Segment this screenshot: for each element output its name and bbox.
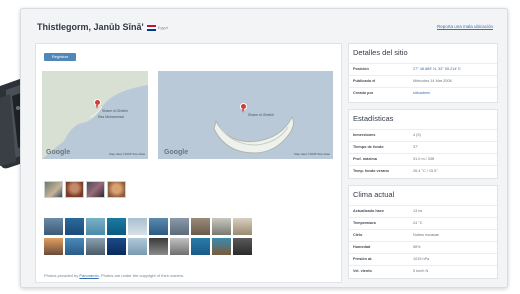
photo-thumbnail[interactable] <box>107 238 126 255</box>
stats-row: Temp. fondo verano 26.4 °C / 15.5° <box>349 165 497 177</box>
report-location-link[interactable]: Reporta una mala ubicación <box>437 24 493 29</box>
main-content: Registrar Sharm el-Sheikh Ras Muhammad G… <box>35 43 342 283</box>
egypt-flag-icon <box>146 24 156 31</box>
photo-thumbnail[interactable] <box>65 218 84 235</box>
weather-row: Temperatura 24 °C <box>349 217 497 229</box>
weather-row-value: Nubes escasas <box>413 233 439 237</box>
photo-thumbnail[interactable] <box>212 238 231 255</box>
stats-row-label: Tiempo de fondo <box>353 145 384 149</box>
weather-row-value: 56% <box>413 245 421 249</box>
map-pin-icon[interactable] <box>94 99 101 109</box>
map-place-label: Ras Muhammad <box>98 115 124 119</box>
photo-credit-prefix: Photos provided by <box>44 273 79 278</box>
details-row-value[interactable]: 27° 48.889' N, 33° 55.214' E <box>413 67 461 71</box>
country-label: Egypt <box>157 25 168 31</box>
weather-panel: Clima actual Actualizado hace 13 hs Temp… <box>348 185 498 279</box>
photo-thumbnail[interactable] <box>44 238 63 255</box>
weather-row-value: 5 km/h N <box>413 269 429 273</box>
stats-row: Inmersiones 4 (3) <box>349 129 497 141</box>
stats-row-label: Temp. fondo verano <box>353 169 390 173</box>
weather-row: Vel. viento 5 km/h N <box>349 265 497 277</box>
page-title-text: Thistlegorm, Janūb Sīnā' <box>37 22 144 32</box>
photo-thumbnail[interactable] <box>233 238 252 255</box>
site-card: Thistlegorm, Janūb Sīnā' Egypt Reporta un… <box>20 8 508 288</box>
photo-thumbnail[interactable] <box>170 238 189 255</box>
weather-row-label: Vel. viento <box>353 269 372 273</box>
photo-thumbnail[interactable] <box>191 238 210 255</box>
details-panel: Detalles del sitio Posición 27° 48.889' … <box>348 43 498 103</box>
weather-row: Cielo Nubes escasas <box>349 229 497 241</box>
weather-row-value: 24 °C <box>413 221 423 225</box>
details-row-label: Publicado el <box>353 79 376 83</box>
photo-thumbnail[interactable] <box>107 218 126 235</box>
weather-row: Humedad 56% <box>349 241 497 253</box>
weather-row-label: Actualizado hace <box>353 209 385 213</box>
weather-row: Actualizado hace 13 hs <box>349 205 497 217</box>
stats-row-value: 31.0 m / 33ft <box>413 157 435 161</box>
google-logo: Google <box>46 149 71 156</box>
stats-title: Estadísticas <box>353 114 394 123</box>
photo-thumbnail[interactable] <box>212 218 231 235</box>
stats-row-value: 26.4 °C / 15.5° <box>413 169 438 173</box>
register-button[interactable]: Registrar <box>44 53 76 61</box>
details-row: Publicado el Miércoles 14 Mar 2008 <box>349 75 497 87</box>
map-place-label: Sharm el-Sheikh <box>102 109 128 113</box>
details-title: Detalles del sitio <box>353 48 408 57</box>
avatar[interactable] <box>86 181 105 198</box>
photo-thumbnail[interactable] <box>86 218 105 235</box>
photo-credit: Photos provided by Panoramio. Photos are… <box>44 273 184 278</box>
map-detail[interactable]: Sharm el-Sheikh Google Map data ©2008 Te… <box>158 71 333 159</box>
weather-row-value: 1015 hPa <box>413 257 430 261</box>
google-logo: Google <box>164 149 189 156</box>
stats-row: Prof. máxima 31.0 m / 33ft <box>349 153 497 165</box>
details-row-value[interactable]: sitioadmin <box>413 91 430 95</box>
details-row: Creado por sitioadmin <box>349 87 497 99</box>
photo-thumbnail[interactable] <box>170 218 189 235</box>
stats-row-value: 4 (3) <box>413 133 421 137</box>
page-title: Thistlegorm, Janūb Sīnā' Egypt <box>37 22 168 32</box>
stats-panel: Estadísticas Inmersiones 4 (3) Tiempo de… <box>348 109 498 179</box>
photo-thumbnail[interactable] <box>149 238 168 255</box>
map-overview[interactable]: Sharm el-Sheikh Ras Muhammad Google Map … <box>42 71 148 159</box>
details-row-label: Posición <box>353 67 369 71</box>
map-data-attribution: Map data ©2008 Tele Atlas <box>294 152 330 156</box>
map-data-attribution: Map data ©2008 Tele Atlas <box>109 152 145 156</box>
photo-thumbnail[interactable] <box>65 238 84 255</box>
photo-thumbnail[interactable] <box>128 218 147 235</box>
photo-thumbnail[interactable] <box>149 218 168 235</box>
map-detail-coast <box>213 116 295 154</box>
photo-thumbnail[interactable] <box>44 218 63 235</box>
photo-credit-suffix: . Photos are under the copyright of thei… <box>98 273 185 278</box>
stats-row-label: Inmersiones <box>353 133 376 137</box>
weather-row-label: Presión at. <box>353 257 373 261</box>
details-row-label: Creado por <box>353 91 374 95</box>
weather-row: Presión at. 1015 hPa <box>349 253 497 265</box>
details-row: Posición 27° 48.889' N, 33° 55.214' E <box>349 63 497 75</box>
map-place-label: Sharm el-Sheikh <box>248 113 274 117</box>
photo-thumbnail[interactable] <box>191 218 210 235</box>
photo-thumbnail[interactable] <box>233 218 252 235</box>
details-row-value: Miércoles 14 Mar 2008 <box>413 79 452 83</box>
map-pin-icon[interactable] <box>240 103 247 113</box>
avatar[interactable] <box>65 181 84 198</box>
weather-row-label: Cielo <box>353 233 363 237</box>
photo-thumbnail[interactable] <box>86 238 105 255</box>
weather-row-label: Temperatura <box>353 221 376 225</box>
map-overview-land <box>42 71 148 159</box>
avatar[interactable] <box>44 181 63 198</box>
stats-row: Tiempo de fondo 37' <box>349 141 497 153</box>
stats-row-label: Prof. máxima <box>353 157 377 161</box>
weather-title: Clima actual <box>353 190 395 199</box>
photo-thumbnail[interactable] <box>128 238 147 255</box>
panoramio-link[interactable]: Panoramio <box>79 273 98 278</box>
avatar[interactable] <box>107 181 126 198</box>
weather-row-label: Humedad <box>353 245 371 249</box>
stats-row-value: 37' <box>413 145 418 149</box>
weather-row-value: 13 hs <box>413 209 423 213</box>
